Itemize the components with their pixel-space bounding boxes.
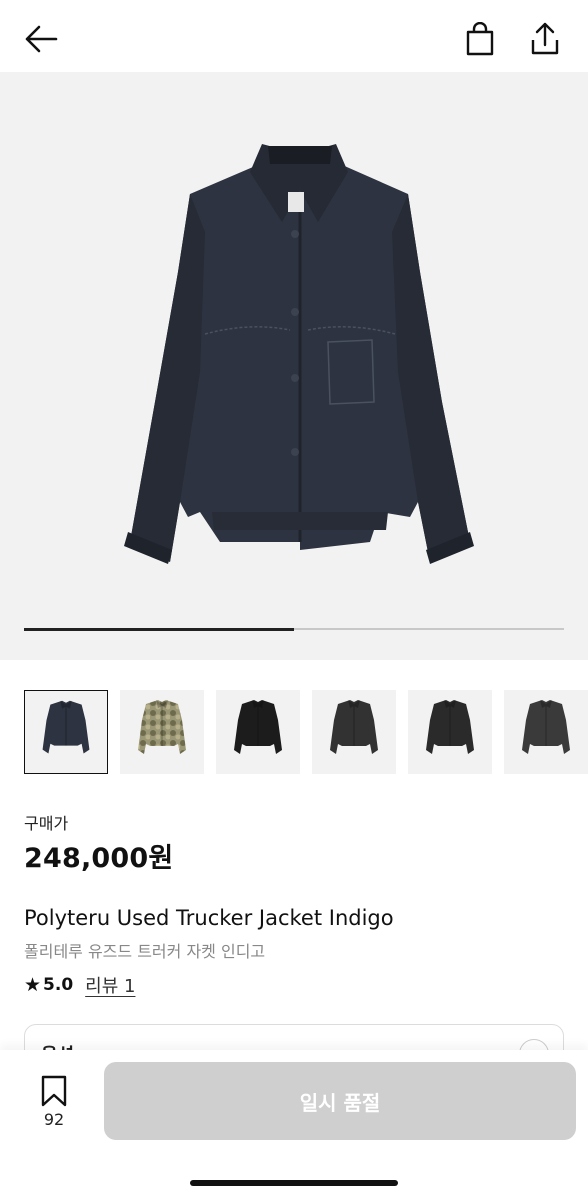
product-title: Polyteru Used Trucker Jacket Indigo <box>24 906 394 930</box>
top-bar <box>0 0 588 72</box>
thumbnail-image <box>234 700 282 754</box>
bookmark-button[interactable]: 92 <box>30 1070 78 1130</box>
arrow-left-icon <box>25 25 58 53</box>
back-button[interactable] <box>18 18 64 60</box>
thumbnail-image <box>522 700 570 754</box>
thumbnail-washed-black-jacket[interactable] <box>504 690 588 774</box>
thumbnail-charcoal-jacket[interactable] <box>312 690 396 774</box>
star-icon: ★ <box>24 973 42 996</box>
rating-value: 5.0 <box>43 975 74 995</box>
gallery-progress <box>24 627 564 631</box>
bottom-action-bar: 92 일시 품절 <box>0 1050 588 1200</box>
sold-out-button[interactable]: 일시 품절 <box>104 1062 576 1140</box>
shopping-bag-icon <box>466 22 494 56</box>
thumbnail-black-jacket[interactable] <box>216 690 300 774</box>
home-indicator <box>190 1180 398 1186</box>
thumbnail-camo-jacket[interactable] <box>120 690 204 774</box>
bookmark-icon <box>41 1075 67 1107</box>
thumbnail-image <box>426 700 474 754</box>
review-link[interactable]: 리뷰 1 <box>85 972 135 998</box>
price-label: 구매가 <box>24 814 69 833</box>
product-image-gallery[interactable] <box>0 72 588 660</box>
thumbnail-dark-jacket[interactable] <box>408 690 492 774</box>
thumbnail-image <box>330 700 378 754</box>
share-button[interactable] <box>522 16 568 60</box>
price-value: 248,000원 <box>24 843 174 874</box>
thumbnail-indigo-jacket[interactable] <box>24 690 108 774</box>
thumbnail-image <box>42 700 90 754</box>
thumbnail-image <box>138 700 186 754</box>
thumbnail-strip <box>24 690 588 774</box>
rating-row: ★ 5.0 리뷰 1 <box>24 972 135 998</box>
bookmark-count: 92 <box>43 1110 65 1129</box>
product-image <box>124 144 474 564</box>
product-subtitle: 폴리테루 유즈드 트러커 자켓 인디고 <box>24 942 266 961</box>
share-upload-icon <box>531 22 559 55</box>
gallery-progress-fill <box>24 627 294 631</box>
shopping-bag-button[interactable] <box>458 18 502 60</box>
